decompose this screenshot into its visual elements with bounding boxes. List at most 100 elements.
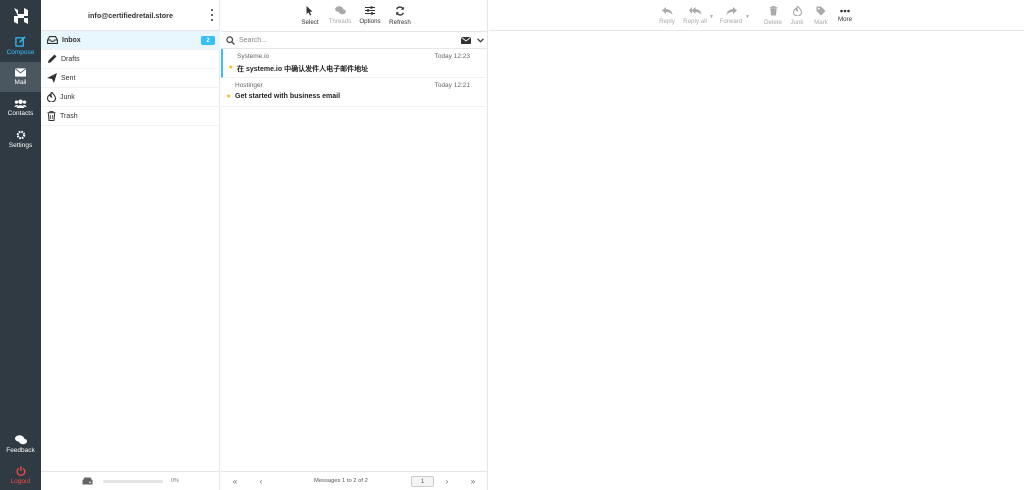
options-button[interactable]: Options (355, 0, 385, 31)
search-input[interactable] (239, 36, 439, 44)
users-icon (14, 99, 27, 108)
gear-icon (16, 130, 25, 139)
options-label: Options (359, 18, 381, 25)
hostinger-logo[interactable] (0, 0, 41, 31)
trash-icon (769, 5, 777, 15)
folder-label: Junk (60, 93, 75, 101)
junk-button[interactable]: Junk (788, 0, 806, 31)
select-button[interactable]: Select (295, 0, 325, 31)
cursor-icon (306, 5, 313, 15)
nav-compose[interactable]: Compose (0, 31, 41, 61)
search-bar (221, 31, 488, 49)
next-page-button[interactable]: › (442, 476, 452, 486)
message-subject: Get started with business email (235, 93, 341, 100)
folder-sent[interactable]: Sent (41, 69, 220, 88)
folder-inbox[interactable]: Inbox 2 (41, 31, 220, 50)
folder-junk[interactable]: Junk (41, 88, 220, 107)
nav-mail[interactable]: Mail (0, 62, 41, 92)
inbox-icon (47, 36, 58, 44)
reply-all-icon (688, 6, 701, 15)
mark-button[interactable]: Mark (811, 0, 831, 31)
message-date: Today 12:23 (434, 53, 470, 60)
main-nav: Compose Mail Contacts Settings Feedback … (0, 0, 41, 490)
last-page-button[interactable]: » (468, 476, 478, 486)
envelope-icon (15, 68, 26, 77)
chat-bubbles-icon (14, 434, 27, 444)
more-label: More (837, 15, 853, 23)
reply-label: Reply (659, 17, 675, 25)
fire-icon (47, 92, 56, 102)
account-menu-button[interactable] (209, 9, 215, 21)
page-number-input[interactable]: 1 (411, 476, 434, 487)
refresh-button[interactable]: Refresh (385, 0, 415, 31)
envelope-filter-icon[interactable] (461, 37, 471, 44)
message-subject: 在 systeme.io 中确认发件人电子邮件地址 (237, 66, 369, 73)
folder-label: Drafts (61, 55, 80, 63)
message-date: Today 12:21 (434, 82, 470, 89)
forward-button[interactable]: Forward (717, 0, 745, 31)
sliders-icon (365, 6, 375, 15)
junk-label: Junk (790, 18, 804, 26)
trash-icon (47, 111, 56, 121)
storage-icon (82, 477, 93, 485)
chevron-down-icon[interactable] (477, 38, 484, 43)
folder-trash[interactable]: Trash (41, 107, 220, 126)
message-row[interactable]: Systeme.io Today 12:23 ★ 在 systeme.io 中确… (221, 49, 488, 78)
nav-feedback[interactable]: Feedback (0, 429, 41, 459)
unread-star-icon[interactable]: ★ (226, 93, 231, 100)
folder-drafts[interactable]: Drafts (41, 50, 220, 69)
quota-percent: 0% (171, 478, 179, 484)
refresh-label: Refresh (389, 18, 411, 26)
nav-mail-label: Mail (14, 79, 27, 86)
nav-logout-label: Logout (10, 477, 31, 485)
account-email: info@certifiedretail.store (88, 10, 173, 20)
nav-compose-label: Compose (6, 49, 35, 56)
power-icon (16, 465, 25, 476)
reply-icon (661, 6, 672, 15)
folder-panel: info@certifiedretail.store Inbox 2 Draft… (41, 0, 220, 490)
message-toolbar: Reply Reply all ▼ Forward ▼ Delete Junk … (489, 0, 1024, 31)
message-row[interactable]: Hostinger Today 12:21 ★ Get started with… (221, 78, 488, 107)
list-toolbar: Select Threads Options Refresh (295, 0, 415, 31)
delete-label: Delete (764, 18, 782, 26)
fire-icon (792, 5, 802, 16)
previous-page-button[interactable]: ‹ (256, 476, 266, 486)
nav-contacts-label: Contacts (7, 110, 34, 117)
message-sender: Hostinger (235, 82, 263, 89)
quota-indicator: 0% (41, 471, 220, 490)
select-label: Select (301, 18, 319, 26)
more-button[interactable]: More (835, 0, 855, 31)
reply-all-dropdown-icon[interactable]: ▼ (709, 14, 714, 20)
ellipsis-icon (840, 9, 850, 12)
mark-label: Mark (814, 18, 828, 26)
refresh-icon (396, 5, 404, 16)
first-page-button[interactable]: « (230, 476, 240, 486)
nav-logout[interactable]: Logout (0, 460, 41, 490)
threads-label: Threads (328, 18, 352, 25)
nav-contacts[interactable]: Contacts (0, 93, 41, 123)
threads-button[interactable]: Threads (325, 0, 355, 31)
unread-star-icon[interactable]: ★ (228, 64, 233, 71)
reply-all-button[interactable]: Reply all (681, 0, 709, 31)
quota-bar (103, 480, 163, 483)
unread-badge: 2 (201, 36, 215, 45)
threads-icon (334, 6, 346, 15)
forward-dropdown-icon[interactable]: ▼ (745, 14, 750, 20)
folder-label: Sent (61, 74, 76, 82)
nav-settings[interactable]: Settings (0, 124, 41, 154)
message-count: Messages 1 to 2 of 2 (314, 478, 368, 484)
pencil-icon (48, 54, 57, 63)
pagination: « ‹ Messages 1 to 2 of 2 1 › » (221, 471, 488, 490)
nav-feedback-label: Feedback (6, 446, 35, 454)
compose-icon (15, 36, 26, 47)
paper-plane-icon (47, 73, 57, 83)
delete-button[interactable]: Delete (761, 0, 785, 31)
message-list-panel: Select Threads Options Refresh Systeme.i… (221, 0, 488, 490)
search-icon (226, 35, 235, 45)
folder-label: Inbox (62, 36, 81, 44)
nav-settings-label: Settings (8, 141, 33, 149)
reply-all-label: Reply all (683, 17, 707, 25)
folder-label: Trash (60, 112, 78, 120)
tag-icon (816, 6, 826, 15)
reply-button[interactable]: Reply (655, 0, 679, 31)
